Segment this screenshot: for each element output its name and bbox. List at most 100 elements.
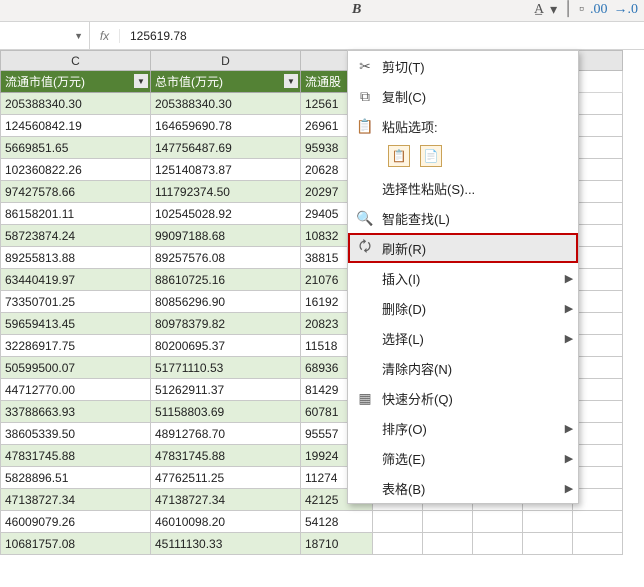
cell[interactable]: 10681757.08	[1, 533, 151, 555]
cell[interactable]: 32286917.75	[1, 335, 151, 357]
cell[interactable]: 164659690.78	[151, 115, 301, 137]
menu-refresh[interactable]: 🗘 刷新(R)	[348, 233, 578, 263]
chevron-down-icon[interactable]: ▼	[74, 31, 83, 41]
name-box[interactable]: ▼	[0, 22, 90, 49]
empty-cell[interactable]	[573, 269, 623, 291]
dropdown-icon[interactable]: ▾	[550, 2, 557, 19]
empty-cell[interactable]	[573, 291, 623, 313]
empty-cell[interactable]	[423, 533, 473, 555]
cell[interactable]: 51262911.37	[151, 379, 301, 401]
cell[interactable]: 33788663.93	[1, 401, 151, 423]
font-size-icon[interactable]: A̲	[534, 2, 544, 19]
cell[interactable]: 89255813.88	[1, 247, 151, 269]
cell[interactable]: 97427578.66	[1, 181, 151, 203]
cell[interactable]: 48912768.70	[151, 423, 301, 445]
empty-cell[interactable]	[573, 445, 623, 467]
cell[interactable]: 46010098.20	[151, 511, 301, 533]
filter-dropdown-icon[interactable]: ▼	[134, 74, 148, 88]
cell[interactable]: 80200695.37	[151, 335, 301, 357]
empty-cell[interactable]	[573, 401, 623, 423]
empty-cell[interactable]	[473, 511, 523, 533]
column-header-c[interactable]: C	[1, 51, 151, 71]
cell[interactable]: 80856296.90	[151, 291, 301, 313]
empty-cell[interactable]	[573, 357, 623, 379]
paste-option-default[interactable]: 📋	[388, 145, 410, 167]
empty-cell[interactable]	[573, 423, 623, 445]
cell[interactable]: 63440419.97	[1, 269, 151, 291]
cell[interactable]: 73350701.25	[1, 291, 151, 313]
cell[interactable]: 5669851.65	[1, 137, 151, 159]
column-header[interactable]	[573, 51, 623, 71]
empty-cell[interactable]	[573, 115, 623, 137]
cell[interactable]: 102545028.92	[151, 203, 301, 225]
empty-cell[interactable]	[573, 159, 623, 181]
menu-insert[interactable]: 插入(I) ▶	[348, 263, 578, 293]
cell[interactable]: 125140873.87	[151, 159, 301, 181]
empty-cell[interactable]	[573, 467, 623, 489]
cell[interactable]: 18710	[301, 533, 373, 555]
empty-cell[interactable]	[573, 335, 623, 357]
cell[interactable]: 5828896.51	[1, 467, 151, 489]
empty-cell[interactable]	[573, 379, 623, 401]
empty-cell[interactable]	[423, 511, 473, 533]
cell[interactable]: 44712770.00	[1, 379, 151, 401]
fx-label[interactable]: fx	[90, 29, 120, 43]
cell[interactable]: 59659413.45	[1, 313, 151, 335]
increase-decimal-icon[interactable]: →.0	[614, 2, 639, 19]
cell[interactable]: 205388340.30	[1, 93, 151, 115]
empty-cell[interactable]	[573, 71, 623, 93]
menu-select[interactable]: 选择(L) ▶	[348, 323, 578, 353]
cell[interactable]: 51771110.53	[151, 357, 301, 379]
menu-paste-special[interactable]: 选择性粘贴(S)...	[348, 173, 578, 203]
menu-copy[interactable]: ⧉ 复制(C)	[348, 81, 578, 111]
empty-cell[interactable]	[573, 181, 623, 203]
empty-cell[interactable]	[573, 225, 623, 247]
empty-cell[interactable]	[573, 137, 623, 159]
menu-clear-contents[interactable]: 清除内容(N)	[348, 353, 578, 383]
cell[interactable]: 111792374.50	[151, 181, 301, 203]
empty-cell[interactable]	[573, 93, 623, 115]
border-icon[interactable]: ▫	[579, 2, 584, 19]
empty-cell[interactable]	[573, 203, 623, 225]
paste-option-values[interactable]: 📄	[420, 145, 442, 167]
empty-cell[interactable]	[523, 511, 573, 533]
cell[interactable]: 47138727.34	[151, 489, 301, 511]
cell[interactable]: 54128	[301, 511, 373, 533]
bold-button[interactable]: B	[352, 2, 361, 18]
decrease-decimal-icon[interactable]: .00	[590, 2, 608, 19]
menu-delete[interactable]: 删除(D) ▶	[348, 293, 578, 323]
empty-cell[interactable]	[473, 533, 523, 555]
formula-value[interactable]: 125619.78	[120, 29, 187, 43]
cell[interactable]: 47831745.88	[1, 445, 151, 467]
cell[interactable]: 47762511.25	[151, 467, 301, 489]
cell[interactable]: 205388340.30	[151, 93, 301, 115]
cell[interactable]: 147756487.69	[151, 137, 301, 159]
table-header-cell[interactable]: 流通市值(万元)▼	[1, 71, 151, 93]
empty-cell[interactable]	[373, 511, 423, 533]
cell[interactable]: 80978379.82	[151, 313, 301, 335]
empty-cell[interactable]	[573, 489, 623, 511]
column-header-d[interactable]: D	[151, 51, 301, 71]
empty-cell[interactable]	[573, 511, 623, 533]
menu-quick-analysis[interactable]: ▦ 快速分析(Q)	[348, 383, 578, 413]
menu-smart-lookup[interactable]: 🔍 智能查找(L)	[348, 203, 578, 233]
filter-dropdown-icon[interactable]: ▼	[284, 74, 298, 88]
menu-table[interactable]: 表格(B) ▶	[348, 473, 578, 503]
menu-sort[interactable]: 排序(O) ▶	[348, 413, 578, 443]
cell[interactable]: 50599500.07	[1, 357, 151, 379]
empty-cell[interactable]	[523, 533, 573, 555]
cell[interactable]: 102360822.26	[1, 159, 151, 181]
cell[interactable]: 51158803.69	[151, 401, 301, 423]
cell[interactable]: 38605339.50	[1, 423, 151, 445]
cell[interactable]: 45111130.33	[151, 533, 301, 555]
cell[interactable]: 46009079.26	[1, 511, 151, 533]
cell[interactable]: 47138727.34	[1, 489, 151, 511]
empty-cell[interactable]	[573, 313, 623, 335]
menu-cut[interactable]: ✂ 剪切(T)	[348, 51, 578, 81]
cell[interactable]: 86158201.11	[1, 203, 151, 225]
cell[interactable]: 99097188.68	[151, 225, 301, 247]
menu-filter[interactable]: 筛选(E) ▶	[348, 443, 578, 473]
empty-cell[interactable]	[373, 533, 423, 555]
cell[interactable]: 88610725.16	[151, 269, 301, 291]
cell[interactable]: 89257576.08	[151, 247, 301, 269]
